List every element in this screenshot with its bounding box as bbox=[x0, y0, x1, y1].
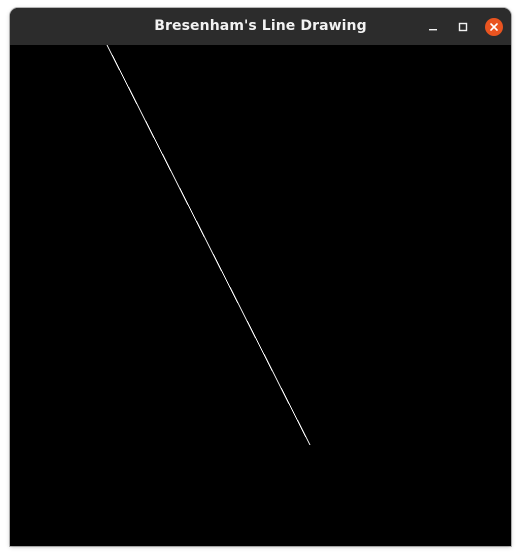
canvas-background bbox=[10, 45, 511, 546]
maximize-button[interactable] bbox=[451, 15, 475, 39]
title-bar[interactable]: Bresenham's Line Drawing bbox=[10, 8, 511, 45]
app-window: Bresenham's Line Drawing bbox=[10, 8, 511, 546]
maximize-icon bbox=[458, 22, 468, 31]
minimize-button[interactable] bbox=[421, 15, 445, 39]
window-controls bbox=[421, 8, 503, 45]
minimize-icon bbox=[429, 28, 437, 30]
drawing-canvas[interactable] bbox=[10, 45, 511, 546]
canvas-svg bbox=[10, 45, 511, 546]
close-button[interactable] bbox=[485, 17, 503, 36]
close-icon bbox=[490, 22, 498, 31]
